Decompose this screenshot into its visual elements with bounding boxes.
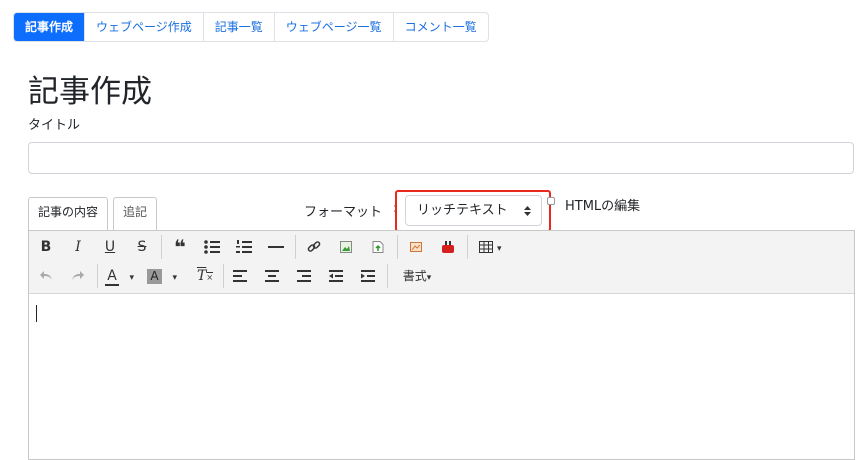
table-icon[interactable]: ▾ [475,235,505,259]
blockquote-button[interactable]: ❝ [169,235,191,259]
format-label: フォーマット [304,205,383,220]
underline-button[interactable]: U [99,235,121,259]
chevron-down-icon: ▾ [129,273,134,283]
toolbar-separator [397,235,398,259]
embed-media-icon[interactable] [405,235,427,259]
bullet-list-icon[interactable] [201,235,223,259]
tab-append[interactable]: 追記 [113,197,158,230]
nav-tab-create-article[interactable]: 記事作成 [14,13,86,41]
italic-button[interactable]: I [67,235,89,259]
outdent-icon[interactable] [325,264,347,288]
bold-button[interactable]: B [35,235,57,259]
toolbar-separator [97,264,98,288]
chevron-down-icon: ▾ [496,244,502,254]
background-color-letter: A [147,268,162,284]
undo-icon[interactable] [35,264,57,288]
nav-tab-article-list[interactable]: 記事一覧 [204,13,275,41]
styles-menu-button[interactable]: 書式▾ [395,264,439,288]
toolbar-separator [295,235,296,259]
text-color-letter: A [107,268,117,284]
rich-text-editor: B I U S ❝ ▾ A ▾ A ▾ T× 書式▾ [28,230,855,460]
nav-tab-create-webpage[interactable]: ウェブページ作成 [85,13,204,41]
title-field-label: タイトル [28,118,81,133]
align-center-icon[interactable] [261,264,283,288]
title-input[interactable] [28,142,854,174]
file-upload-icon[interactable] [367,235,389,259]
html-edit-label: HTMLの編集 [565,199,641,214]
highlight-annotation-box [395,190,551,232]
text-cursor [36,305,37,322]
html-edit-checkbox[interactable] [547,197,555,205]
link-icon[interactable] [303,235,325,259]
align-right-icon[interactable] [293,264,315,288]
nav-tab-comment-list[interactable]: コメント一覧 [394,13,488,41]
toolbar-separator [161,235,162,259]
image-icon[interactable] [335,235,357,259]
editor-toolbar: B I U S ❝ ▾ A ▾ A ▾ T× 書式▾ [29,231,854,294]
redo-icon[interactable] [67,264,89,288]
indent-icon[interactable] [357,264,379,288]
clear-formatting-button[interactable]: T× [193,264,217,288]
nav-tab-webpage-list[interactable]: ウェブページ一覧 [275,13,394,41]
clear-formatting-letter: T [196,268,207,284]
chevron-down-icon: ▾ [426,273,432,283]
text-color-indicator [105,284,119,286]
top-nav-tabs: 記事作成 ウェブページ作成 記事一覧 ウェブページ一覧 コメント一覧 [13,12,489,42]
text-color-button[interactable]: A ▾ [105,264,139,288]
align-left-icon[interactable] [229,264,251,288]
background-color-button[interactable]: A ▾ [147,264,183,288]
remove-icon: × [206,273,214,282]
page-title: 記事作成 [28,74,152,110]
numbered-list-icon[interactable] [233,235,255,259]
strikethrough-button[interactable]: S [131,235,153,259]
chevron-down-icon: ▾ [172,273,177,283]
toolbar-separator [223,264,224,288]
youtube-icon[interactable] [437,235,459,259]
horizontal-rule-icon[interactable] [265,235,287,259]
toolbar-separator [467,235,468,259]
tab-article-content[interactable]: 記事の内容 [28,197,109,230]
editor-content-area[interactable] [29,293,854,459]
styles-menu-label: 書式 [402,269,427,283]
toolbar-separator [387,264,388,288]
